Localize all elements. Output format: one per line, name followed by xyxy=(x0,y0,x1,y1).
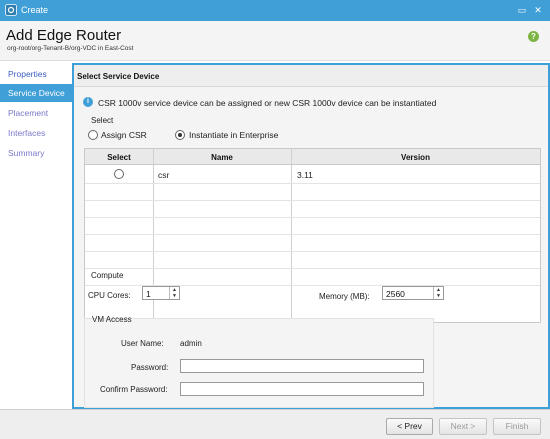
app-gear-icon xyxy=(5,4,17,16)
assign-csr-label[interactable]: Assign CSR xyxy=(101,130,147,140)
column-select[interactable]: Select xyxy=(85,153,153,162)
memory-value[interactable]: 2560 xyxy=(386,289,405,299)
column-divider xyxy=(291,149,292,322)
help-icon[interactable]: ? xyxy=(528,31,539,42)
row-divider xyxy=(85,217,540,218)
dialog-header: Add Edge Router org-root/org-Tenant-B/or… xyxy=(0,21,550,61)
column-version[interactable]: Version xyxy=(291,153,540,162)
password-field[interactable] xyxy=(180,359,424,373)
restore-button[interactable]: ▭ xyxy=(516,4,528,16)
row-divider xyxy=(85,200,540,201)
next-button[interactable]: Next > xyxy=(439,418,487,435)
vm-access-legend: VM Access xyxy=(92,315,132,324)
row-divider xyxy=(85,234,540,235)
prev-button[interactable]: < Prev xyxy=(386,418,433,435)
step-summary[interactable]: Summary xyxy=(0,144,72,162)
cpu-cores-stepper[interactable]: 1 ▲ ▼ xyxy=(142,286,180,300)
confirm-password-label: Confirm Password: xyxy=(100,385,168,394)
decrement-arrow-icon[interactable]: ▼ xyxy=(434,293,443,299)
cpu-cores-value[interactable]: 1 xyxy=(146,289,151,299)
wizard-footer: < Prev Next > Finish xyxy=(0,409,550,439)
row-divider xyxy=(85,251,540,252)
step-interfaces[interactable]: Interfaces xyxy=(0,124,72,142)
instantiate-enterprise-label[interactable]: Instantiate in Enterprise xyxy=(189,130,278,140)
decrement-arrow-icon[interactable]: ▼ xyxy=(170,293,179,299)
row-select-radio[interactable] xyxy=(114,169,124,179)
info-icon: i xyxy=(83,97,93,107)
memory-label: Memory (MB): xyxy=(319,292,370,301)
content-panel: Select Service Device i CSR 1000v servic… xyxy=(72,63,550,409)
instantiate-enterprise-radio[interactable] xyxy=(175,130,185,140)
section-header: Select Service Device xyxy=(74,65,548,87)
select-label: Select xyxy=(91,116,114,125)
step-placement[interactable]: Placement xyxy=(0,104,72,122)
finish-button[interactable]: Finish xyxy=(493,418,541,435)
wizard-steps: Properties Service Device Placement Inte… xyxy=(0,62,72,412)
row-version: 3.11 xyxy=(297,170,313,180)
stepper-arrows[interactable]: ▲ ▼ xyxy=(433,287,443,299)
window-titlebar: Create ▭ ✕ xyxy=(0,0,550,21)
username-label: User Name: xyxy=(121,339,164,348)
close-button[interactable]: ✕ xyxy=(532,4,544,16)
step-service-device[interactable]: Service Device xyxy=(0,84,72,102)
compute-legend: Compute xyxy=(91,271,124,280)
memory-stepper[interactable]: 2560 ▲ ▼ xyxy=(382,286,444,300)
username-value: admin xyxy=(180,339,202,348)
breadcrumb: org-root/org-Tenant-B/org-VDC in East-Co… xyxy=(7,45,134,52)
step-properties[interactable]: Properties xyxy=(0,65,72,83)
password-label: Password: xyxy=(131,363,169,372)
window-title: Create xyxy=(21,5,49,15)
row-divider xyxy=(85,268,540,269)
confirm-password-field[interactable] xyxy=(180,382,424,396)
assign-csr-radio[interactable] xyxy=(88,130,98,140)
stepper-arrows[interactable]: ▲ ▼ xyxy=(169,287,179,299)
vm-access-group: VM Access User Name: admin Password: Con… xyxy=(84,315,434,408)
info-message: CSR 1000v service device can be assigned… xyxy=(98,98,437,108)
column-name[interactable]: Name xyxy=(153,153,291,162)
section-title: Select Service Device xyxy=(77,72,160,81)
row-name: csr xyxy=(158,170,170,180)
cpu-cores-label: CPU Cores: xyxy=(88,291,131,300)
page-title: Add Edge Router xyxy=(6,27,122,44)
row-divider xyxy=(85,183,540,184)
